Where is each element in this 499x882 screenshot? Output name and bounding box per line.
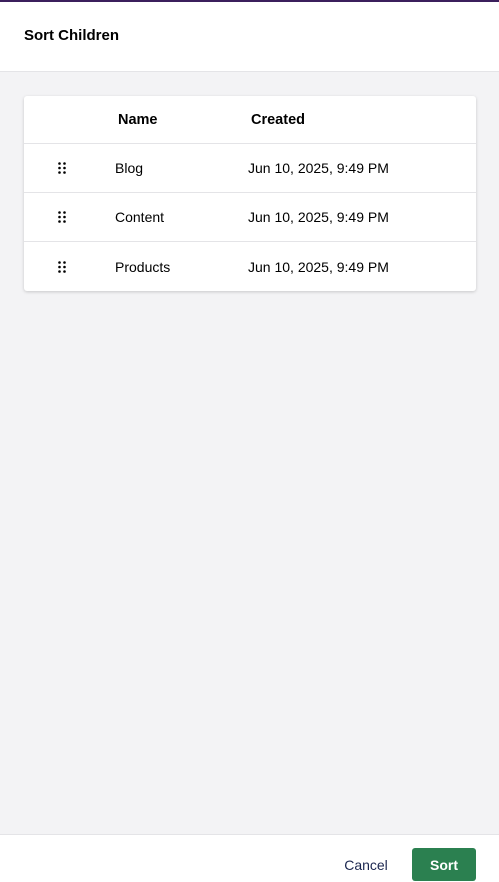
drag-handle-icon[interactable] [52, 193, 72, 241]
table-row[interactable]: Content Jun 10, 2025, 9:49 PM [24, 193, 476, 242]
cancel-button[interactable]: Cancel [332, 848, 400, 881]
table-row[interactable]: Products Jun 10, 2025, 9:49 PM [24, 242, 476, 291]
row-created: Jun 10, 2025, 9:49 PM [248, 209, 389, 225]
table-row[interactable]: Blog Jun 10, 2025, 9:49 PM [24, 144, 476, 193]
column-header-created[interactable]: Created [251, 96, 451, 143]
row-name: Content [115, 209, 165, 225]
dialog-header: Sort Children [0, 2, 499, 72]
table-header-row: Name Created [24, 96, 476, 144]
drag-handle-icon[interactable] [52, 144, 72, 192]
row-created: Jun 10, 2025, 9:49 PM [248, 258, 389, 275]
sort-button[interactable]: Sort [412, 848, 476, 881]
row-name: Blog [115, 160, 144, 176]
drag-handle-icon[interactable] [52, 242, 72, 291]
row-created: Jun 10, 2025, 9:49 PM [248, 160, 389, 176]
dialog-footer: Cancel Sort [0, 834, 499, 882]
column-header-name[interactable]: Name [118, 96, 238, 143]
dialog-title: Sort Children [24, 27, 120, 44]
sort-table: Name Created Blog Jun 10, 2025, 9:49 PM [24, 96, 476, 291]
sort-children-dialog: Sort Children Name Created Blog Jun 10, … [0, 0, 499, 882]
row-name: Products [115, 258, 171, 275]
